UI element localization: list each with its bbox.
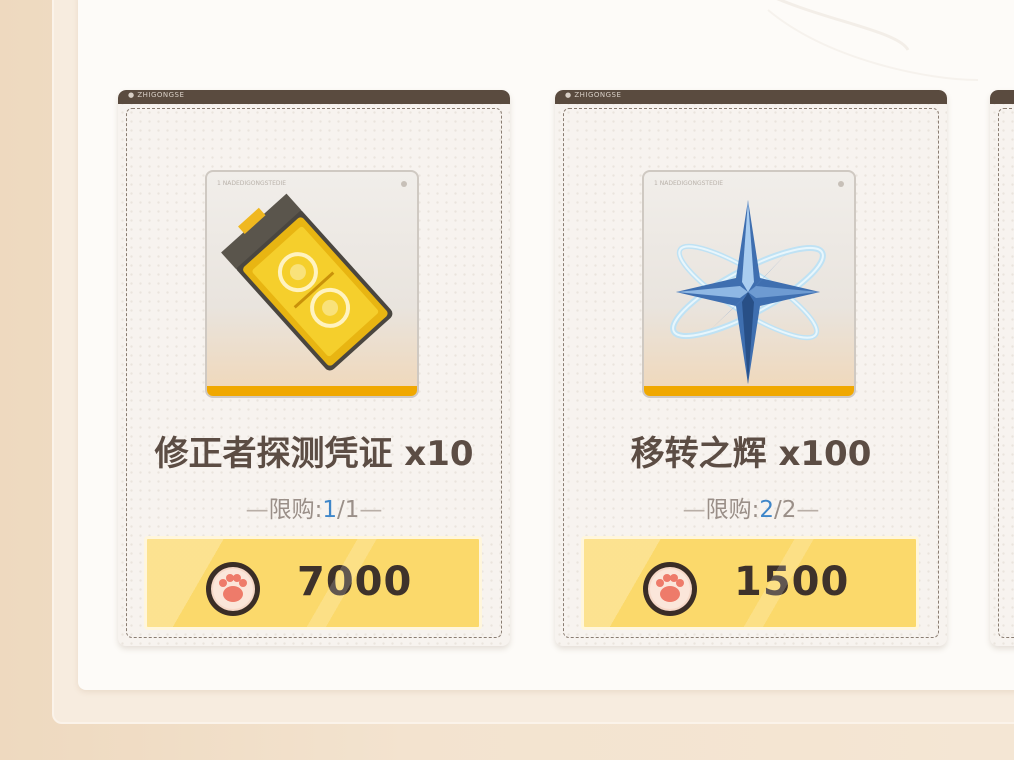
card-topbar: ● ZHIGONGSE bbox=[118, 90, 510, 104]
star-crystal-icon bbox=[670, 200, 826, 384]
yellow-chip-icon bbox=[221, 193, 393, 371]
card-topbar bbox=[990, 90, 1014, 104]
rarity-bar bbox=[207, 386, 417, 396]
item-name: 移转之辉 x100 bbox=[630, 434, 872, 474]
shop-item-card-partial[interactable] bbox=[990, 90, 1014, 646]
item-image-frame: 1 NADEDIGONGSTEDIE bbox=[642, 170, 856, 398]
card-dashed-border bbox=[998, 108, 1014, 638]
item-image-frame: 1 NADEDIGONGSTEDIE bbox=[205, 170, 419, 398]
rarity-bar bbox=[644, 386, 854, 396]
shop-item-card[interactable]: ● ZHIGONGSE 1 NADEDIGONGSTEDIE 修正者探测凭证 x… bbox=[118, 90, 510, 646]
paw-coin-icon bbox=[206, 562, 260, 616]
price-value: 1500 bbox=[734, 559, 850, 605]
paw-coin-icon bbox=[643, 562, 697, 616]
shop-item-card[interactable]: ● ZHIGONGSE 1 NADEDIGONGSTEDIE 移转之辉 x100… bbox=[555, 90, 947, 646]
price-value: 7000 bbox=[297, 559, 413, 605]
item-name: 修正者探测凭证 x10 bbox=[154, 434, 474, 474]
purchase-limit: —限购:1/1— bbox=[245, 497, 383, 523]
buy-button[interactable]: 1500 bbox=[581, 536, 919, 630]
buy-button[interactable]: 7000 bbox=[144, 536, 482, 630]
purchase-limit: —限购:2/2— bbox=[682, 497, 820, 523]
card-topbar: ● ZHIGONGSE bbox=[555, 90, 947, 104]
